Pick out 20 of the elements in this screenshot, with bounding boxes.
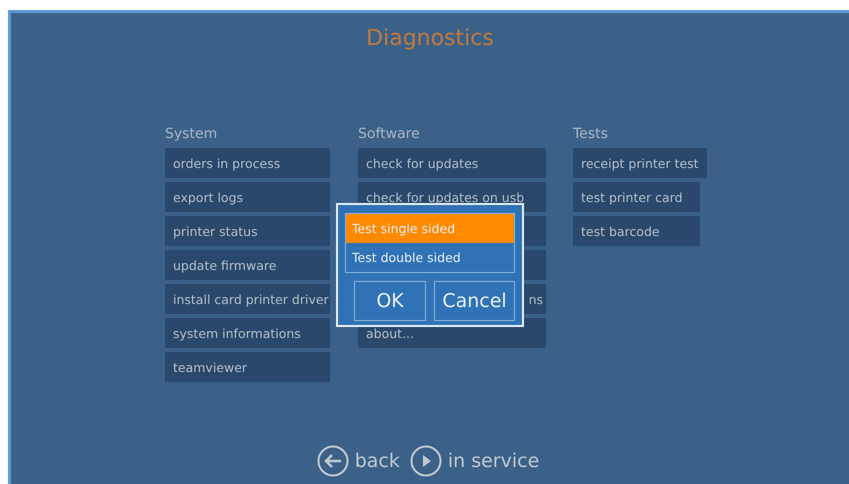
menu-button[interactable]: export logs (165, 182, 330, 212)
section-heading: Software (358, 126, 420, 144)
menu-button[interactable]: test printer card (573, 182, 700, 212)
menu-button[interactable]: receipt printer test (573, 148, 707, 178)
section-heading: Tests (573, 126, 608, 144)
page-title: Diagnostics (365, 25, 495, 53)
menu-button[interactable]: test barcode (573, 216, 700, 246)
play-icon[interactable] (410, 445, 442, 477)
menu-button[interactable]: printer status (165, 216, 330, 246)
menu-button[interactable]: system informations (165, 318, 330, 348)
section-heading: System (165, 126, 218, 144)
menu-button[interactable]: update firmware (165, 250, 330, 280)
nav-link[interactable]: back (354, 450, 400, 472)
nav-link[interactable]: in service (448, 450, 540, 472)
menu-button[interactable]: check for updates (358, 148, 546, 178)
dialog-button[interactable]: Cancel (434, 281, 515, 321)
menu-button[interactable]: install card printer driver (165, 284, 330, 314)
menu-button[interactable]: orders in process (165, 148, 330, 178)
menu-button[interactable]: teamviewer (165, 352, 330, 382)
dialog-button[interactable]: OK (354, 281, 426, 321)
